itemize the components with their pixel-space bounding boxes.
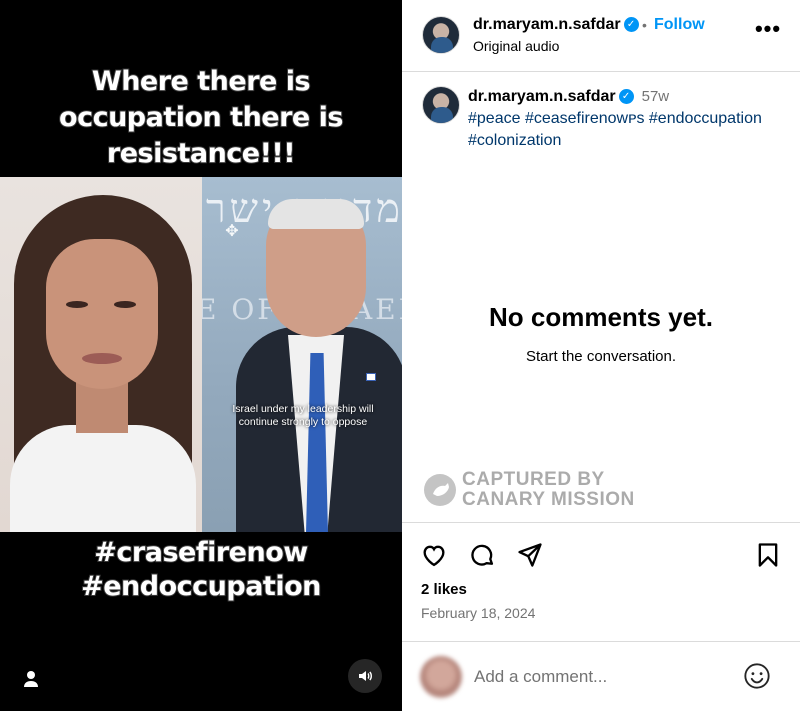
post-sidebar: dr.maryam.n.safdar ✓ • Follow Original au… bbox=[402, 0, 800, 711]
verified-badge-icon: ✓ bbox=[618, 89, 634, 105]
watermark-line: CANARY MISSION bbox=[462, 489, 635, 510]
video-subtitle: Israel under my leadership will continue… bbox=[232, 403, 374, 428]
channel-logo-icon: ✥ bbox=[225, 223, 239, 240]
no-comments-title: No comments yet. bbox=[489, 302, 713, 332]
more-options-button[interactable]: ••• bbox=[754, 18, 782, 42]
media-caption-line: resistance!!! bbox=[106, 137, 297, 170]
post-header: dr.maryam.n.safdar ✓ • Follow Original au… bbox=[402, 0, 800, 72]
sound-toggle-button[interactable] bbox=[348, 659, 382, 693]
caption-avatar[interactable] bbox=[422, 86, 460, 124]
paper-plane-icon[interactable] bbox=[516, 541, 544, 569]
media-caption-bottom: #crasefirenow #endoccupation bbox=[0, 536, 402, 604]
hashtag-links[interactable]: #peace #ceasefirenowᴘs #endoccupation #c… bbox=[468, 110, 762, 149]
comment-bubble-icon[interactable] bbox=[468, 541, 496, 569]
bird-logo-icon bbox=[424, 474, 456, 506]
audio-link[interactable]: Original audio bbox=[473, 38, 559, 54]
heart-icon[interactable] bbox=[420, 541, 448, 569]
comment-input[interactable] bbox=[474, 665, 724, 689]
comment-bar bbox=[402, 641, 800, 711]
follow-button[interactable]: Follow bbox=[654, 16, 705, 34]
post-caption: dr.maryam.n.safdar ✓ 57w #peace #ceasefire… bbox=[468, 86, 788, 152]
post-actions: 2 likes February 18, 2024 bbox=[402, 522, 800, 642]
media-caption-line: #endoccupation bbox=[80, 570, 322, 603]
media-caption-line: Where there is bbox=[91, 65, 312, 98]
video-split-frame: מדינת ישר E OF ISRAEL ✥ Israel under my … bbox=[0, 177, 402, 532]
watermark-line: CAPTURED BY bbox=[462, 469, 605, 490]
likes-count[interactable]: 2 likes bbox=[421, 581, 467, 598]
verified-badge-icon: ✓ bbox=[623, 17, 639, 33]
speaker-video-image: מדינת ישר E OF ISRAEL ✥ Israel under my … bbox=[202, 177, 402, 532]
flag-pin-icon bbox=[366, 373, 376, 381]
post-media[interactable]: Where there is occupation there is resis… bbox=[0, 0, 402, 711]
current-user-avatar bbox=[420, 656, 462, 698]
media-caption-top: Where there is occupation there is resis… bbox=[0, 64, 402, 172]
username-text: dr.maryam.n.safdar bbox=[473, 16, 621, 33]
woman-portrait-image bbox=[0, 177, 202, 532]
canary-mission-watermark: CAPTURED BY CANARY MISSION bbox=[424, 468, 684, 512]
post-timestamp[interactable]: 57w bbox=[642, 88, 670, 105]
post-date: February 18, 2024 bbox=[421, 605, 536, 621]
media-caption-line: occupation there is bbox=[58, 101, 344, 134]
caption-username-link[interactable]: dr.maryam.n.safdar bbox=[468, 88, 616, 105]
no-comments-subtitle: Start the conversation. bbox=[525, 348, 677, 365]
user-icon[interactable] bbox=[20, 668, 42, 690]
avatar[interactable] bbox=[422, 16, 460, 54]
media-caption-line: #crasefirenow bbox=[93, 536, 309, 569]
bookmark-icon[interactable] bbox=[754, 541, 782, 569]
smiley-icon[interactable] bbox=[743, 662, 771, 690]
speaker-icon bbox=[359, 671, 372, 681]
username-link[interactable]: dr.maryam.n.safdar ✓ bbox=[473, 16, 639, 34]
separator-dot: • bbox=[642, 17, 647, 33]
